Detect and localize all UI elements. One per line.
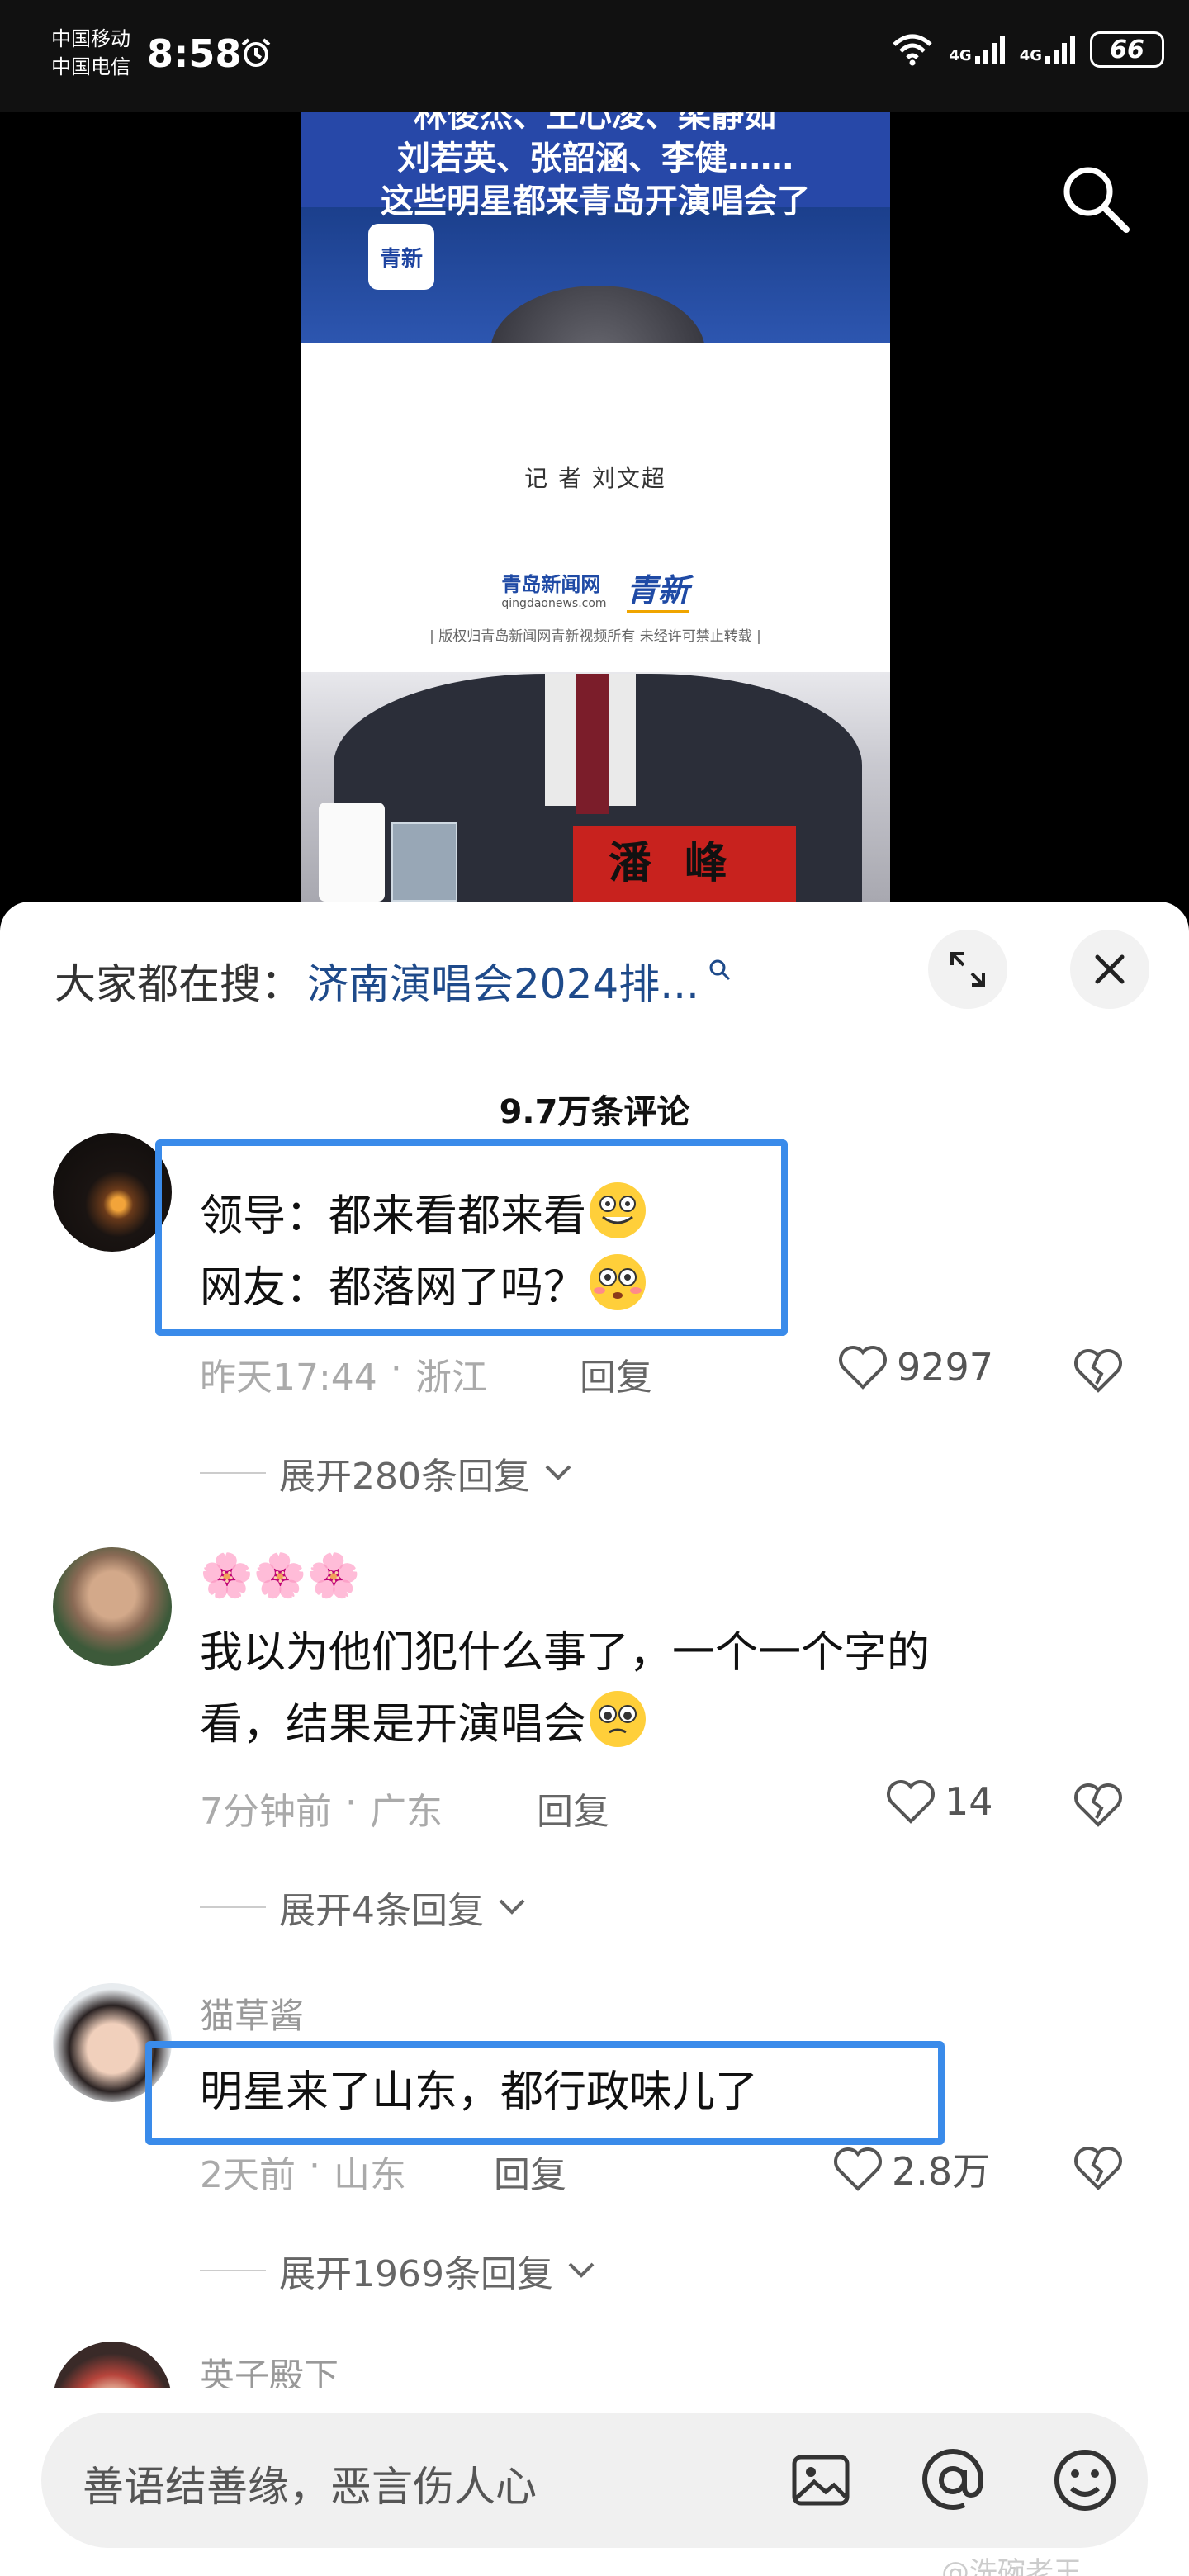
broken-heart-icon[interactable] — [1072, 1344, 1125, 1397]
banner-line-3: 这些明星都来青岛开演唱会了 — [381, 182, 810, 220]
banner-line-1: 林俊杰、王心凌、梁静茹 — [414, 112, 777, 135]
hot-search-term[interactable]: 济南演唱会2024排... — [307, 951, 699, 1011]
teacup — [319, 803, 385, 902]
search-icon — [709, 959, 730, 981]
qingxin-logo: 青新 — [368, 224, 434, 290]
pleading-emoji-icon — [590, 1691, 647, 1747]
alarm-icon — [241, 38, 271, 67]
watermark: @洗碗老王 — [941, 2556, 1082, 2576]
comments-count: 9.7万条评论 — [499, 1093, 690, 1131]
expand-replies-label: 展开4条回复 — [279, 1890, 484, 1932]
qingdaonews-logo: 青岛新闻网 qingdaonews.com — [501, 568, 606, 610]
water-glass — [391, 822, 457, 902]
expand-replies-label: 展开1969条回复 — [279, 2253, 553, 2295]
reply-button[interactable]: 回复 — [580, 1347, 652, 1400]
avatar[interactable] — [53, 1547, 172, 1666]
brand1-url: qingdaonews.com — [501, 597, 607, 610]
broken-heart-icon[interactable] — [1072, 1778, 1125, 1831]
avatar[interactable] — [53, 1133, 172, 1252]
expand-replies[interactable]: 展开4条回复 — [200, 1881, 527, 1934]
comment-meta: 2天前 · 山东 — [200, 2145, 406, 2196]
signal-bars-icon — [1045, 35, 1075, 64]
reporter-credit: 记 者 刘文超 — [524, 465, 666, 492]
comment-input[interactable]: 善语结善缘，恶言伤人心 — [41, 2413, 1148, 2548]
comment-time: 7分钟前 — [200, 1791, 332, 1833]
copyright-notice: | 版权归青岛新闻网青新视频所有 未经许可禁止转载 | — [429, 628, 761, 645]
carrier-info: 中国移动 中国电信 — [51, 25, 130, 81]
comment-line-2: 看，结果是开演唱会 — [200, 1700, 587, 1750]
expand-button[interactable] — [928, 930, 1007, 1009]
hot-search[interactable]: 大家都在搜： 济南演唱会2024排... — [54, 951, 732, 1011]
comment-meta: 7分钟前 · 广东 — [200, 1782, 443, 1833]
image-icon[interactable] — [781, 2441, 860, 2520]
net-type-2: 4G — [1019, 47, 1042, 64]
chevron-down-icon — [545, 1465, 571, 1480]
signal-sim2: 4G — [1020, 35, 1075, 64]
comment-input-placeholder: 善语结善缘，恶言伤人心 — [83, 2463, 537, 2511]
comment-text: 我以为他们犯什么事了，一个一个字的 看，结果是开演唱会 — [200, 1618, 1075, 1759]
status-bar: 中国移动 中国电信 8:58 4G 4G 66 — [0, 0, 1189, 112]
comment-location: 广东 — [370, 1791, 443, 1833]
username[interactable]: 猫草酱 — [200, 1988, 304, 2039]
brand1-name: 青岛新闻网 — [501, 573, 601, 596]
wifi-icon — [893, 34, 933, 66]
username[interactable]: 🌸🌸🌸 — [200, 1551, 360, 1601]
brand-logos: 青岛新闻网 qingdaonews.com 青新 — [301, 565, 890, 613]
carrier-1: 中国移动 — [51, 27, 130, 50]
comment-time: 2天前 — [200, 2154, 296, 2196]
comment-text: 领导：都来看都来看 网友：都落网了吗？ — [200, 1179, 1075, 1323]
hot-search-label: 大家都在搜： — [54, 960, 302, 1008]
reply-button[interactable]: 回复 — [537, 1782, 609, 1835]
carrier-2: 中国电信 — [51, 55, 130, 78]
battery-indicator: 66 — [1090, 31, 1164, 68]
expand-replies[interactable]: 展开1969条回复 — [200, 2244, 596, 2297]
comment-text: 明星来了山东，都行政味儿了 — [200, 2057, 1075, 2127]
nameplate: 潘峰 — [573, 826, 796, 902]
flushed-emoji-icon — [590, 1254, 647, 1310]
mention-icon[interactable] — [913, 2441, 992, 2520]
emoji-icon[interactable] — [1045, 2441, 1125, 2520]
like-count: 9297 — [897, 1345, 994, 1390]
comment-line-1: 明星来了山东，都行政味儿了 — [200, 2067, 759, 2117]
like-button[interactable]: 9297 — [837, 1344, 993, 1390]
video-title-banner: 林俊杰、王心凌、梁静茹 刘若英、张韶涵、李健…… 这些明星都来青岛开演唱会了 — [301, 112, 890, 220]
heart-icon — [839, 1346, 887, 1390]
banner-line-2: 刘若英、张韶涵、李健…… — [397, 140, 793, 178]
signal-bars-icon — [974, 35, 1005, 64]
comment-line-1: 我以为他们犯什么事了，一个一个字的 — [200, 1628, 931, 1678]
expand-replies-label: 展开280条回复 — [279, 1456, 530, 1498]
comment-location: 浙江 — [414, 1357, 488, 1399]
comment-time: 昨天17:44 — [200, 1357, 377, 1399]
comment-line-1: 领导：都来看都来看 — [200, 1191, 587, 1241]
qingxin-brand: 青新 — [626, 565, 689, 613]
chevron-down-icon — [499, 1899, 525, 1915]
chevron-down-icon — [568, 2262, 594, 2278]
comment-location: 山东 — [334, 2154, 406, 2196]
broken-heart-icon[interactable] — [1072, 2142, 1125, 2195]
like-count: 2.8万 — [892, 2149, 991, 2194]
comment-input-bar: 善语结善缘，恶言伤人心 @洗碗老王 — [0, 2388, 1189, 2576]
net-type-1: 4G — [949, 47, 972, 64]
speaker-tie — [576, 674, 609, 814]
clock: 8:58 — [147, 31, 242, 76]
close-icon — [1095, 954, 1125, 984]
heart-icon — [887, 1780, 935, 1824]
video-player[interactable]: 林俊杰、王心凌、梁静茹 刘若英、张韶涵、李健…… 这些明星都来青岛开演唱会了 青… — [301, 112, 890, 902]
like-button[interactable]: 14 — [885, 1778, 993, 1825]
close-button[interactable] — [1070, 930, 1149, 1009]
like-count: 14 — [945, 1779, 993, 1824]
expand-replies[interactable]: 展开280条回复 — [200, 1447, 573, 1499]
comment-sheet: 大家都在搜： 济南演唱会2024排... 9.7万条评论 领导：都来看都来看 网… — [0, 902, 1189, 2576]
signal-sim1: 4G — [949, 35, 1005, 64]
comment-line-2: 网友：都落网了吗？ — [200, 1263, 587, 1313]
like-button[interactable]: 2.8万 — [832, 2142, 990, 2196]
comment-meta: 昨天17:44 · 浙江 — [200, 1347, 488, 1399]
grinning-emoji-icon — [590, 1182, 647, 1238]
heart-icon — [834, 2147, 882, 2191]
reply-button[interactable]: 回复 — [494, 2145, 566, 2198]
search-icon[interactable] — [1059, 162, 1133, 236]
expand-icon — [950, 952, 985, 987]
